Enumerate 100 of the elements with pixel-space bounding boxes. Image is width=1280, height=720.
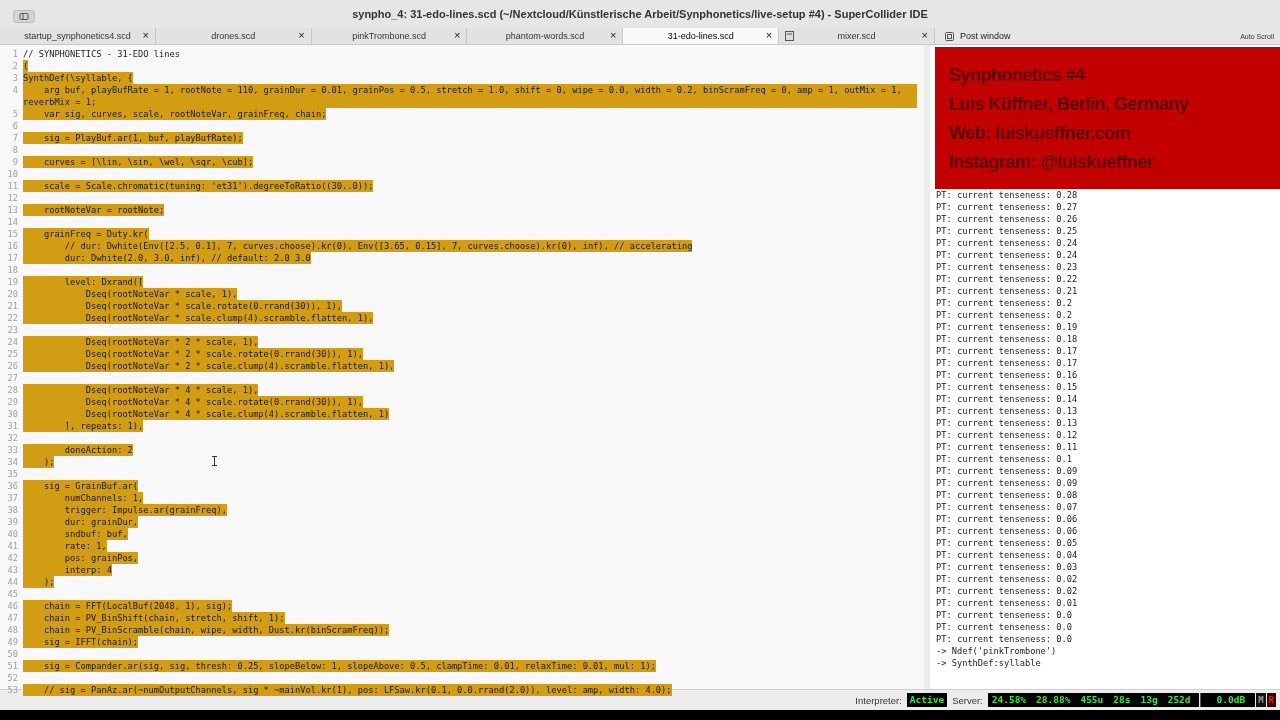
line-number: 25 <box>6 348 19 360</box>
post-line: PT: current tenseness: 0.14 <box>936 393 1079 405</box>
editor-tab[interactable]: 31-edo-lines.scd × <box>623 28 780 44</box>
server-stat: 28.88% <box>1036 695 1071 705</box>
server-stat: 24.58% <box>991 695 1027 705</box>
line-number: 37 <box>6 492 19 504</box>
line-number: 23 <box>6 324 19 336</box>
close-button[interactable]: × <box>454 29 461 42</box>
post-line: PT: current tenseness: 0.04 <box>936 549 1079 561</box>
line-number: 4 <box>11 84 19 97</box>
post-line: PT: current tenseness: 0.22 <box>936 273 1079 285</box>
line-number: 5 <box>11 108 19 120</box>
post-line: PT: current tenseness: 0.21 <box>936 285 1079 297</box>
post-line: PT: current tenseness: 0.16 <box>936 369 1079 381</box>
line-number: 18 <box>6 264 19 276</box>
line-number: 36 <box>6 480 19 492</box>
post-line: PT: current tenseness: 0.02 <box>936 585 1079 597</box>
line-number: 34 <box>6 456 19 468</box>
post-line: PT: current tenseness: 0.27 <box>936 201 1079 213</box>
server-status[interactable]: 24.58% 28.88% 455u 28s 13g 252d <box>987 693 1199 707</box>
post-line: PT: current tenseness: 0.08 <box>936 489 1079 501</box>
line-number: 6 <box>11 120 19 132</box>
interpreter-status[interactable]: Active <box>906 693 948 707</box>
line-number: 45 <box>6 588 19 600</box>
volume-readout[interactable]: 0.0dB <box>1199 693 1256 707</box>
post-line: PT: current tenseness: 0.11 <box>936 441 1079 453</box>
line-number: 17 <box>6 252 19 264</box>
mute-button[interactable]: M <box>1256 693 1266 707</box>
line-number: 12 <box>6 192 19 204</box>
post-line: PT: current tenseness: 0.24 <box>936 249 1079 261</box>
dock-icon[interactable] <box>945 31 954 41</box>
post-line: PT: current tenseness: 0.28 <box>936 189 1079 201</box>
line-number: 43 <box>6 564 19 576</box>
line-number: 53 <box>6 684 19 696</box>
close-button[interactable]: × <box>609 29 617 42</box>
line-number: 32 <box>6 432 19 444</box>
line-number: 19 <box>6 276 19 288</box>
line-number: 46 <box>6 600 19 612</box>
post-line: PT: current tenseness: 0.18 <box>936 333 1079 345</box>
server-stat: 28s <box>1113 695 1131 705</box>
close-button[interactable]: × <box>765 29 773 42</box>
document-icon <box>785 31 795 41</box>
line-number: 14 <box>6 216 19 228</box>
code-line: // SYNPHONETICS - 31-EDO lines <box>23 48 180 60</box>
editor-tab[interactable]: mixer.scd × <box>779 28 935 44</box>
line-number: 40 <box>6 528 19 540</box>
server-stat: 455u <box>1080 695 1104 705</box>
post-line: PT: current tenseness: 0.09 <box>936 465 1079 477</box>
line-number: 9 <box>11 156 19 168</box>
line-number: 1 <box>11 48 19 60</box>
post-line: PT: current tenseness: 0.15 <box>936 381 1079 393</box>
overlay-text: Luis Küffner, Berlin, Germany <box>949 92 1190 116</box>
overlay-text: Instagram: @luiskueffner <box>949 150 1155 174</box>
text-cursor-icon <box>212 456 217 466</box>
line-number: 7 <box>11 132 19 144</box>
post-line: PT: current tenseness: 0.09 <box>936 477 1079 489</box>
post-line: PT: current tenseness: 0.17 <box>936 357 1079 369</box>
post-line: PT: current tenseness: 0.02 <box>936 573 1079 585</box>
line-number: 42 <box>6 552 19 564</box>
line-number: 50 <box>6 648 19 660</box>
line-number: 39 <box>6 516 19 528</box>
post-line: PT: current tenseness: 0.2 <box>936 297 1073 309</box>
editor-tab[interactable]: phantom-words.scd × <box>467 28 624 44</box>
line-number: 27 <box>6 372 19 384</box>
line-number: 28 <box>6 384 19 396</box>
close-button[interactable]: × <box>921 29 928 42</box>
post-line: PT: current tenseness: 0.0 <box>936 621 1073 633</box>
post-line: PT: current tenseness: 0.24 <box>936 237 1079 249</box>
post-line: PT: current tenseness: 0.17 <box>936 345 1079 357</box>
line-number: 10 <box>6 168 19 180</box>
post-line: PT: current tenseness: 0.13 <box>936 417 1079 429</box>
line-number: 44 <box>6 576 19 588</box>
post-line: PT: current tenseness: 0.05 <box>936 537 1079 549</box>
line-number: 13 <box>6 204 19 216</box>
line-number: 15 <box>6 228 19 240</box>
line-number: 20 <box>6 288 19 300</box>
record-button[interactable]: R <box>1266 693 1276 707</box>
line-number: 11 <box>6 180 19 192</box>
post-line: PT: current tenseness: 0.25 <box>936 225 1079 237</box>
sidebar-icon[interactable] <box>13 10 35 23</box>
close-button[interactable]: × <box>298 29 305 42</box>
line-number: 49 <box>6 636 19 648</box>
post-line: PT: current tenseness: 0.0 <box>936 633 1073 645</box>
editor-tab[interactable]: drones.scd × <box>155 28 312 44</box>
post-line: PT: current tenseness: 0.2 <box>936 309 1073 321</box>
close-button[interactable]: × <box>142 29 149 42</box>
line-number: 33 <box>6 444 19 456</box>
post-line: PT: current tenseness: 0.1 <box>936 453 1073 465</box>
post-line: PT: current tenseness: 0.06 <box>936 513 1079 525</box>
editor-tab[interactable]: startup_synphonetics4.scd × <box>0 28 156 44</box>
line-number: 22 <box>6 312 19 324</box>
line-number: 51 <box>6 660 19 672</box>
line-number: 2 <box>11 60 19 72</box>
editor-tab[interactable]: pinkTrombone.scd × <box>311 28 468 44</box>
line-number: 41 <box>6 540 19 552</box>
post-line: PT: current tenseness: 0.19 <box>936 321 1079 333</box>
line-number: 52 <box>6 672 19 684</box>
line-number: 38 <box>6 504 19 516</box>
post-line: PT: current tenseness: 0.26 <box>936 213 1079 225</box>
overlay-text: Web: luiskueffner.com <box>949 121 1132 145</box>
